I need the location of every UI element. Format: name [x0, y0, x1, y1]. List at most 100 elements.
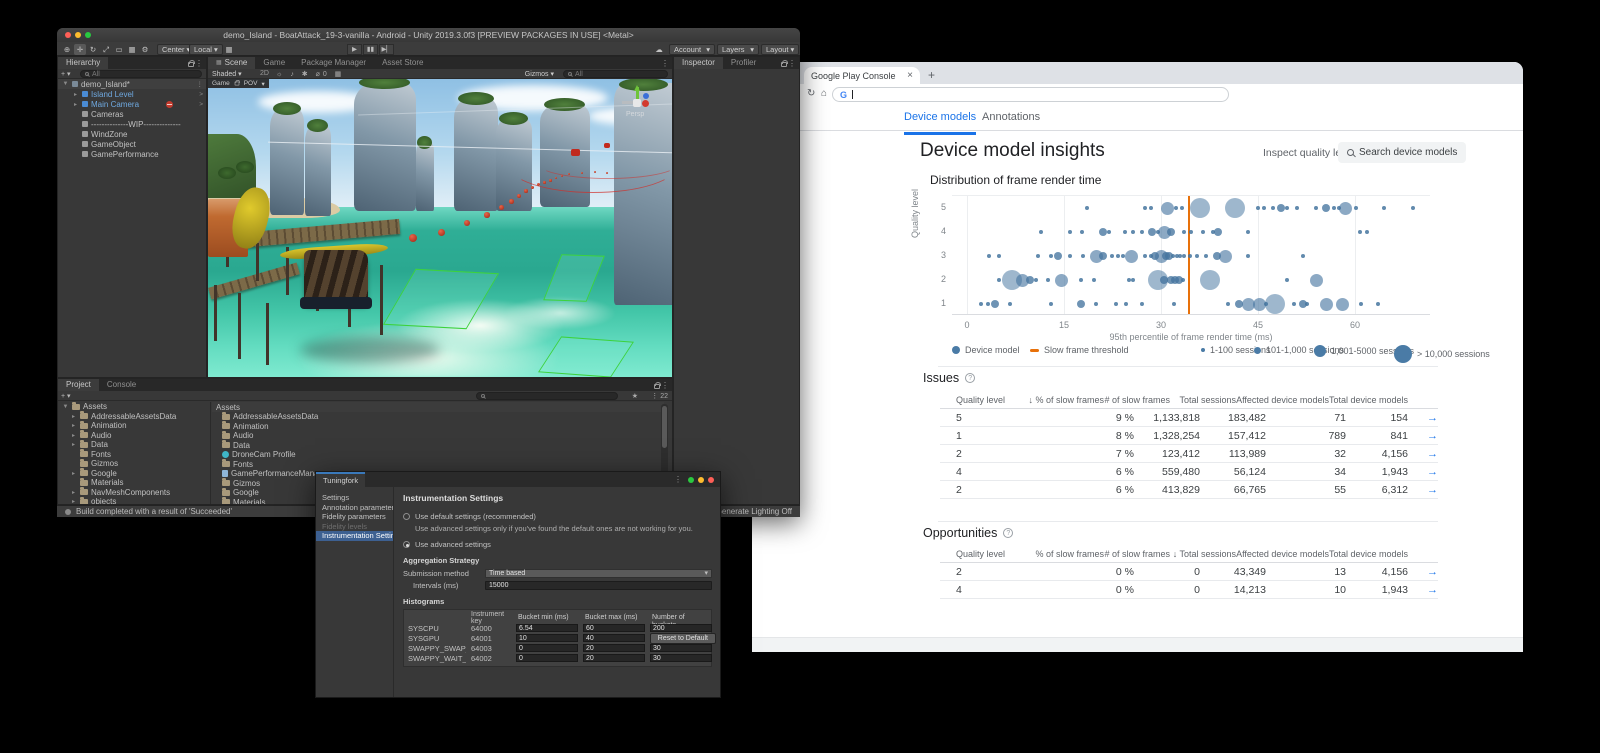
- tool-button-2[interactable]: ↻: [87, 44, 99, 55]
- scene-orientation-gizmo[interactable]: Persp: [618, 87, 658, 123]
- tab-tuningfork[interactable]: Tuningfork: [316, 472, 365, 487]
- more-icon[interactable]: ⋮: [788, 59, 796, 68]
- asset-item[interactable]: Fonts: [212, 460, 664, 470]
- hierarchy-item[interactable]: GameObject: [58, 139, 206, 149]
- favorites-icon[interactable]: ★: [632, 392, 638, 400]
- column-header[interactable]: Total device models: [1329, 395, 1408, 405]
- tool-button-6[interactable]: ⚙: [139, 44, 151, 55]
- tab-device-models[interactable]: Device models: [904, 111, 976, 135]
- game-view-overlay[interactable]: Game POV ▾: [208, 79, 269, 88]
- help-icon[interactable]: ?: [965, 373, 975, 383]
- device-model-bubble[interactable]: [1008, 302, 1012, 306]
- 2d-toggle[interactable]: 2D: [260, 70, 269, 77]
- create-menu[interactable]: + ▾: [61, 392, 71, 400]
- bucket-min-input[interactable]: 0: [516, 644, 578, 653]
- device-model-bubble[interactable]: [1358, 230, 1362, 234]
- table-row[interactable]: 20 %043,349134,156→: [940, 563, 1438, 581]
- device-model-bubble[interactable]: [1131, 230, 1135, 234]
- column-header[interactable]: # of slow frames: [1104, 395, 1170, 405]
- hierarchy-scene-root[interactable]: ▼demo_Island*⋮: [58, 79, 206, 89]
- prefab-arrow-icon[interactable]: >: [199, 91, 203, 98]
- device-model-bubble[interactable]: [1094, 302, 1098, 306]
- submission-method-dropdown[interactable]: Time based: [485, 569, 712, 578]
- device-model-bubble[interactable]: [1034, 278, 1038, 282]
- reset-to-default-button[interactable]: Reset to Default: [650, 633, 716, 644]
- row-detail-arrow[interactable]: →: [1408, 466, 1438, 478]
- device-model-bubble[interactable]: [1256, 206, 1260, 210]
- tab-game[interactable]: Game: [255, 57, 293, 69]
- asset-item[interactable]: Audio: [212, 431, 664, 441]
- tool-button-5[interactable]: ▦: [126, 44, 138, 55]
- project-folder[interactable]: Gizmos: [58, 459, 210, 469]
- device-model-bubble[interactable]: [1054, 252, 1062, 260]
- reload-icon[interactable]: ↻: [807, 88, 815, 99]
- asset-item[interactable]: Animation: [212, 422, 664, 432]
- new-tab-icon[interactable]: +: [928, 69, 935, 81]
- asset-item[interactable]: Data: [212, 441, 664, 451]
- device-model-bubble[interactable]: [1322, 204, 1330, 212]
- device-model-bubble[interactable]: [1382, 206, 1386, 210]
- device-model-bubble[interactable]: [1174, 206, 1178, 210]
- column-header[interactable]: Affected device models: [1236, 549, 1329, 559]
- device-model-bubble[interactable]: [1411, 206, 1415, 210]
- device-model-bubble[interactable]: [1189, 230, 1193, 234]
- minimize-window-icon[interactable]: [75, 32, 81, 38]
- device-model-bubble[interactable]: [1181, 278, 1185, 282]
- device-model-bubble[interactable]: [1354, 206, 1358, 210]
- project-folder[interactable]: ▸Animation: [58, 421, 210, 431]
- device-model-bubble[interactable]: [997, 254, 1001, 258]
- lock-icon[interactable]: [781, 60, 787, 69]
- more-icon[interactable]: ⋮: [197, 80, 204, 88]
- device-model-bubble[interactable]: [1204, 254, 1208, 258]
- address-bar[interactable]: G: [832, 87, 1229, 102]
- device-model-bubble[interactable]: [1180, 206, 1184, 210]
- device-model-bubble[interactable]: [1099, 252, 1107, 260]
- gizmos-dropdown[interactable]: Gizmos ▾: [525, 70, 554, 78]
- browser-tab[interactable]: Google Play Console ×: [804, 67, 920, 84]
- layers-dropdown[interactable]: Layers▾: [717, 44, 759, 55]
- home-icon[interactable]: ⌂: [821, 88, 827, 99]
- column-header[interactable]: ↓ % of slow frames: [1028, 395, 1104, 405]
- scene-search-input[interactable]: All: [563, 70, 668, 78]
- scene-viewport[interactable]: Persp Game POV ▾: [208, 79, 672, 377]
- device-model-bubble[interactable]: [1246, 230, 1250, 234]
- num-buckets-input[interactable]: 30: [650, 644, 712, 653]
- tab-asset-store[interactable]: Asset Store: [374, 57, 431, 69]
- project-root-folder[interactable]: ▼Assets: [58, 402, 210, 412]
- device-model-bubble[interactable]: [1376, 302, 1380, 306]
- device-model-bubble[interactable]: [1359, 302, 1363, 306]
- search-device-models-button[interactable]: Search device models: [1338, 142, 1466, 163]
- device-model-bubble[interactable]: [1195, 254, 1199, 258]
- device-model-bubble[interactable]: [1214, 228, 1222, 236]
- intervals-input[interactable]: 15000: [485, 581, 712, 590]
- device-model-bubble[interactable]: [1049, 254, 1053, 258]
- table-row[interactable]: 46 %559,48056,124341,943→: [940, 463, 1438, 481]
- scene-view-toggles[interactable]: ☼ ♪ ✱ ⌀0 ▦: [276, 70, 344, 78]
- device-model-bubble[interactable]: [1182, 230, 1186, 234]
- column-header[interactable]: ↓ Total sessions: [1170, 549, 1236, 559]
- hierarchy-item[interactable]: ▸Main Camera>: [58, 99, 206, 109]
- hierarchy-item[interactable]: --------------WIP--------------: [58, 119, 206, 129]
- bucket-min-input[interactable]: 6.54: [516, 624, 578, 633]
- device-model-bubble[interactable]: [1079, 278, 1083, 282]
- bubble-chart-plot[interactable]: [952, 195, 1430, 315]
- sidebar-item-settings[interactable]: Settings: [316, 493, 393, 503]
- device-model-bubble[interactable]: [1277, 204, 1285, 212]
- device-model-bubble[interactable]: [1161, 202, 1174, 215]
- prefab-arrow-icon[interactable]: >: [199, 101, 203, 108]
- device-model-bubble[interactable]: [1271, 206, 1275, 210]
- device-model-bubble[interactable]: [1026, 276, 1034, 284]
- bucket-max-input[interactable]: 20: [583, 644, 645, 653]
- project-folder[interactable]: ▸Data: [58, 440, 210, 450]
- scrollbar-thumb[interactable]: [662, 406, 667, 448]
- use-default-settings-radio[interactable]: Use default settings (recommended): [403, 512, 712, 521]
- zoom-slider[interactable]: ⋮ 22: [651, 392, 668, 400]
- close-window-icon[interactable]: [65, 32, 71, 38]
- device-model-bubble[interactable]: [1200, 270, 1220, 290]
- sidebar-item-instrumentation-settings[interactable]: Instrumentation Settings: [316, 531, 393, 541]
- sidebar-item-fidelity-parameters[interactable]: Fidelity parameters: [316, 512, 393, 522]
- num-buckets-input[interactable]: 200: [650, 624, 712, 633]
- device-model-bubble[interactable]: [1080, 230, 1084, 234]
- device-model-bubble[interactable]: [991, 300, 999, 308]
- hierarchy-search-input[interactable]: All: [80, 70, 202, 78]
